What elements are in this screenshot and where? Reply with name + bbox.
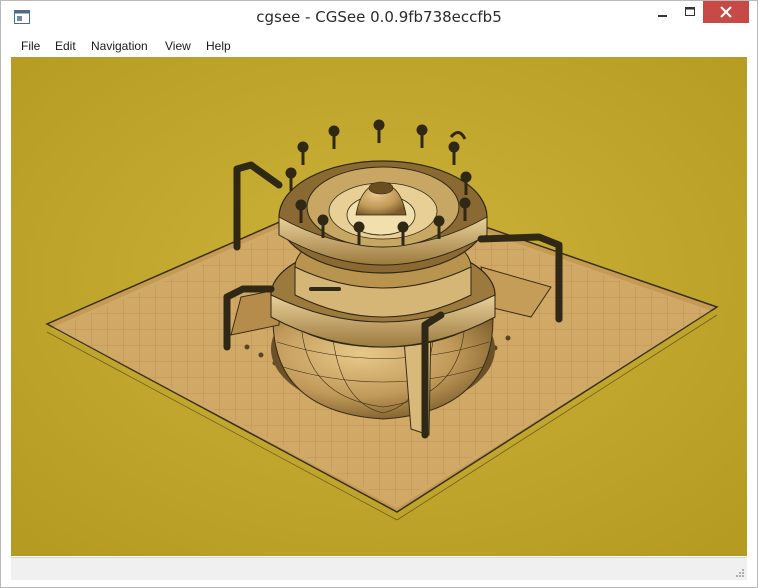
menu-file[interactable]: File — [21, 39, 40, 53]
minimize-icon — [658, 15, 667, 17]
3d-model-render — [11, 57, 747, 556]
render-viewport[interactable] — [11, 57, 747, 556]
minimize-button[interactable] — [649, 1, 675, 23]
close-button[interactable] — [703, 1, 749, 23]
maximize-icon — [685, 7, 695, 16]
maximize-button[interactable] — [677, 1, 703, 23]
menu-help[interactable]: Help — [206, 39, 231, 53]
menu-navigation[interactable]: Navigation — [91, 39, 148, 53]
application-window: cgsee - CGSee 0.0.9fb738eccfb5 File Edit… — [0, 0, 758, 588]
upper-ring — [278, 160, 488, 274]
menu-view[interactable]: View — [165, 39, 191, 53]
status-bar — [11, 557, 747, 580]
window-title: cgsee - CGSee 0.0.9fb738eccfb5 — [256, 8, 502, 26]
close-icon — [720, 6, 732, 18]
title-bar[interactable]: cgsee - CGSee 0.0.9fb738eccfb5 — [1, 1, 757, 33]
menu-bar: File Edit Navigation View Help — [11, 36, 747, 56]
resize-grip-icon[interactable] — [735, 568, 745, 578]
menu-edit[interactable]: Edit — [55, 39, 76, 53]
